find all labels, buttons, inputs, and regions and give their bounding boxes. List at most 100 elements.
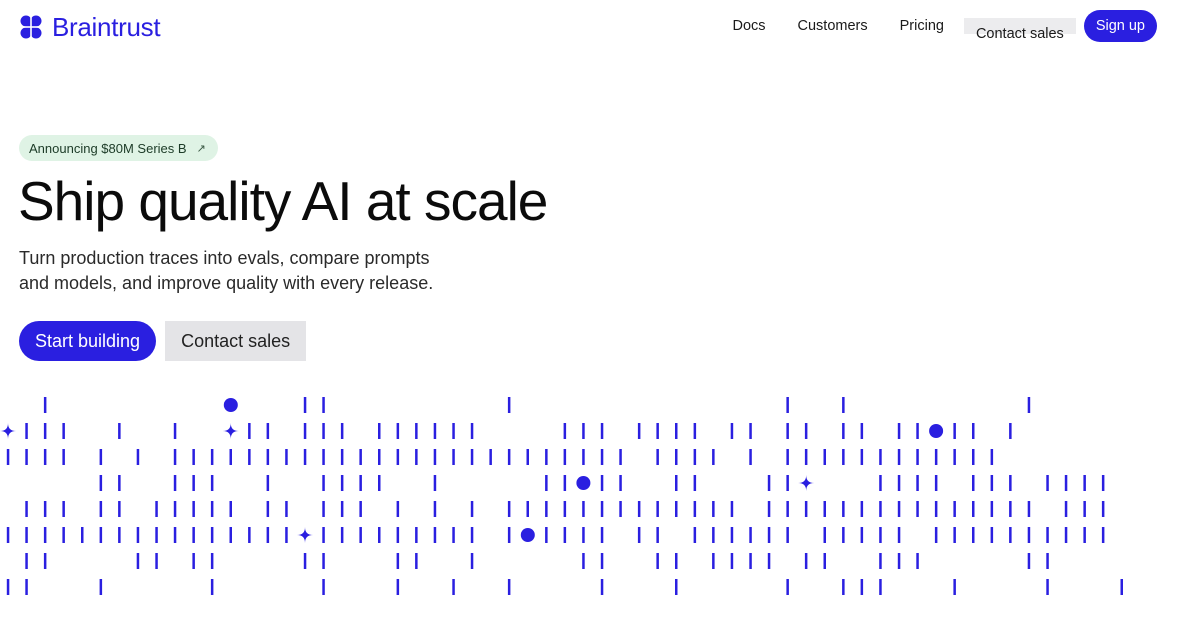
bar-mark (619, 501, 622, 517)
bar-mark (322, 579, 325, 595)
bar-mark (507, 527, 511, 543)
bar-mark (953, 423, 956, 439)
bar-mark (916, 553, 919, 569)
bar-mark (953, 527, 956, 543)
bar-mark (192, 501, 195, 517)
top-nav: Docs Customers Pricing Contact sales Sig… (716, 10, 1157, 42)
bar-mark (192, 527, 195, 543)
bar-mark (972, 501, 975, 517)
bar-mark (879, 527, 882, 543)
bar-mark (1046, 475, 1049, 491)
bar-mark (656, 449, 659, 465)
bar-mark (934, 501, 938, 517)
bar-mark (786, 579, 789, 595)
dot-mark (223, 398, 238, 412)
bar-mark (396, 553, 400, 569)
bar-mark (470, 527, 474, 543)
bar-mark (545, 527, 548, 543)
bar-mark (6, 449, 10, 465)
bar-mark (879, 449, 882, 465)
bar-mark (990, 527, 994, 543)
bar-mark (1083, 475, 1086, 491)
bar-mark (749, 527, 752, 543)
brand-logo[interactable]: Braintrust (18, 12, 161, 42)
bar-mark (563, 423, 567, 439)
bar-mark (489, 449, 492, 465)
bar-mark (953, 449, 956, 465)
bar-mark (507, 449, 511, 465)
bar-mark (266, 449, 270, 465)
bar-mark (693, 423, 697, 439)
bar-mark (322, 553, 325, 569)
bar-mark (897, 553, 901, 569)
bar-mark (786, 527, 789, 543)
bar-mark (786, 475, 789, 491)
bar-mark (1046, 579, 1049, 595)
bar-mark (545, 475, 548, 491)
announcement-text: Announcing $80M Series B (29, 140, 187, 156)
sparkle-mark (222, 423, 239, 439)
bar-mark (637, 527, 641, 543)
braintrust-logo-icon (20, 15, 42, 39)
bar-mark (675, 553, 678, 569)
bar-mark (507, 501, 511, 517)
bar-mark (25, 527, 28, 543)
bar-mark (972, 423, 975, 439)
bar-mark (118, 423, 121, 439)
bar-mark (693, 527, 697, 543)
bar-mark (173, 501, 177, 517)
bar-mark (1064, 501, 1068, 517)
bar-mark (433, 501, 437, 517)
bar-mark (1046, 527, 1049, 543)
start-building-button[interactable]: Start building (19, 321, 157, 361)
nav-docs[interactable]: Docs (716, 10, 781, 42)
bar-mark (155, 553, 158, 569)
bar-mark (99, 475, 103, 491)
sign-up-button[interactable]: Sign up (1083, 10, 1157, 42)
bar-mark (507, 579, 511, 595)
bar-mark (452, 579, 455, 595)
bar-mark (62, 423, 65, 439)
bar-mark (656, 527, 659, 543)
bar-mark (303, 423, 307, 439)
bar-mark (749, 553, 752, 569)
bar-mark (99, 501, 103, 517)
nav-pricing[interactable]: Pricing (884, 10, 960, 42)
bar-mark (155, 527, 158, 543)
bar-mark (340, 527, 344, 543)
bar-mark (600, 527, 604, 543)
bar-mark (842, 527, 845, 543)
bar-mark (897, 501, 901, 517)
bar-mark (43, 527, 47, 543)
contact-sales-button[interactable]: Contact sales (165, 321, 307, 361)
bar-mark (43, 449, 47, 465)
bar-mark (860, 579, 864, 595)
bar-mark (470, 449, 474, 465)
nav-customers[interactable]: Customers (782, 10, 884, 42)
bar-mark (396, 423, 400, 439)
bar-mark (749, 449, 752, 465)
bar-mark (1027, 527, 1031, 543)
bar-mark (582, 501, 585, 517)
bar-mark (43, 501, 47, 517)
bar-mark (990, 449, 994, 465)
bar-mark (210, 553, 214, 569)
nav-contact-sales-button[interactable]: Contact sales (963, 18, 1076, 42)
bar-mark (526, 449, 529, 465)
bar-mark (526, 501, 529, 517)
bar-mark (25, 449, 28, 465)
bar-mark (192, 553, 195, 569)
bar-mark (415, 449, 418, 465)
bar-mark (359, 501, 362, 517)
bar-mark (916, 475, 919, 491)
bar-mark (470, 501, 474, 517)
bar-mark (600, 553, 604, 569)
bar-mark (934, 475, 938, 491)
hero-subtitle: Turn production traces into evals, compa… (19, 248, 434, 293)
bar-mark (192, 475, 195, 491)
announcement-badge[interactable]: Announcing $80M Series B ↗ (19, 135, 218, 161)
bar-mark (6, 527, 10, 543)
bar-mark (322, 475, 325, 491)
bar-mark (229, 501, 232, 517)
bar-mark (934, 527, 938, 543)
